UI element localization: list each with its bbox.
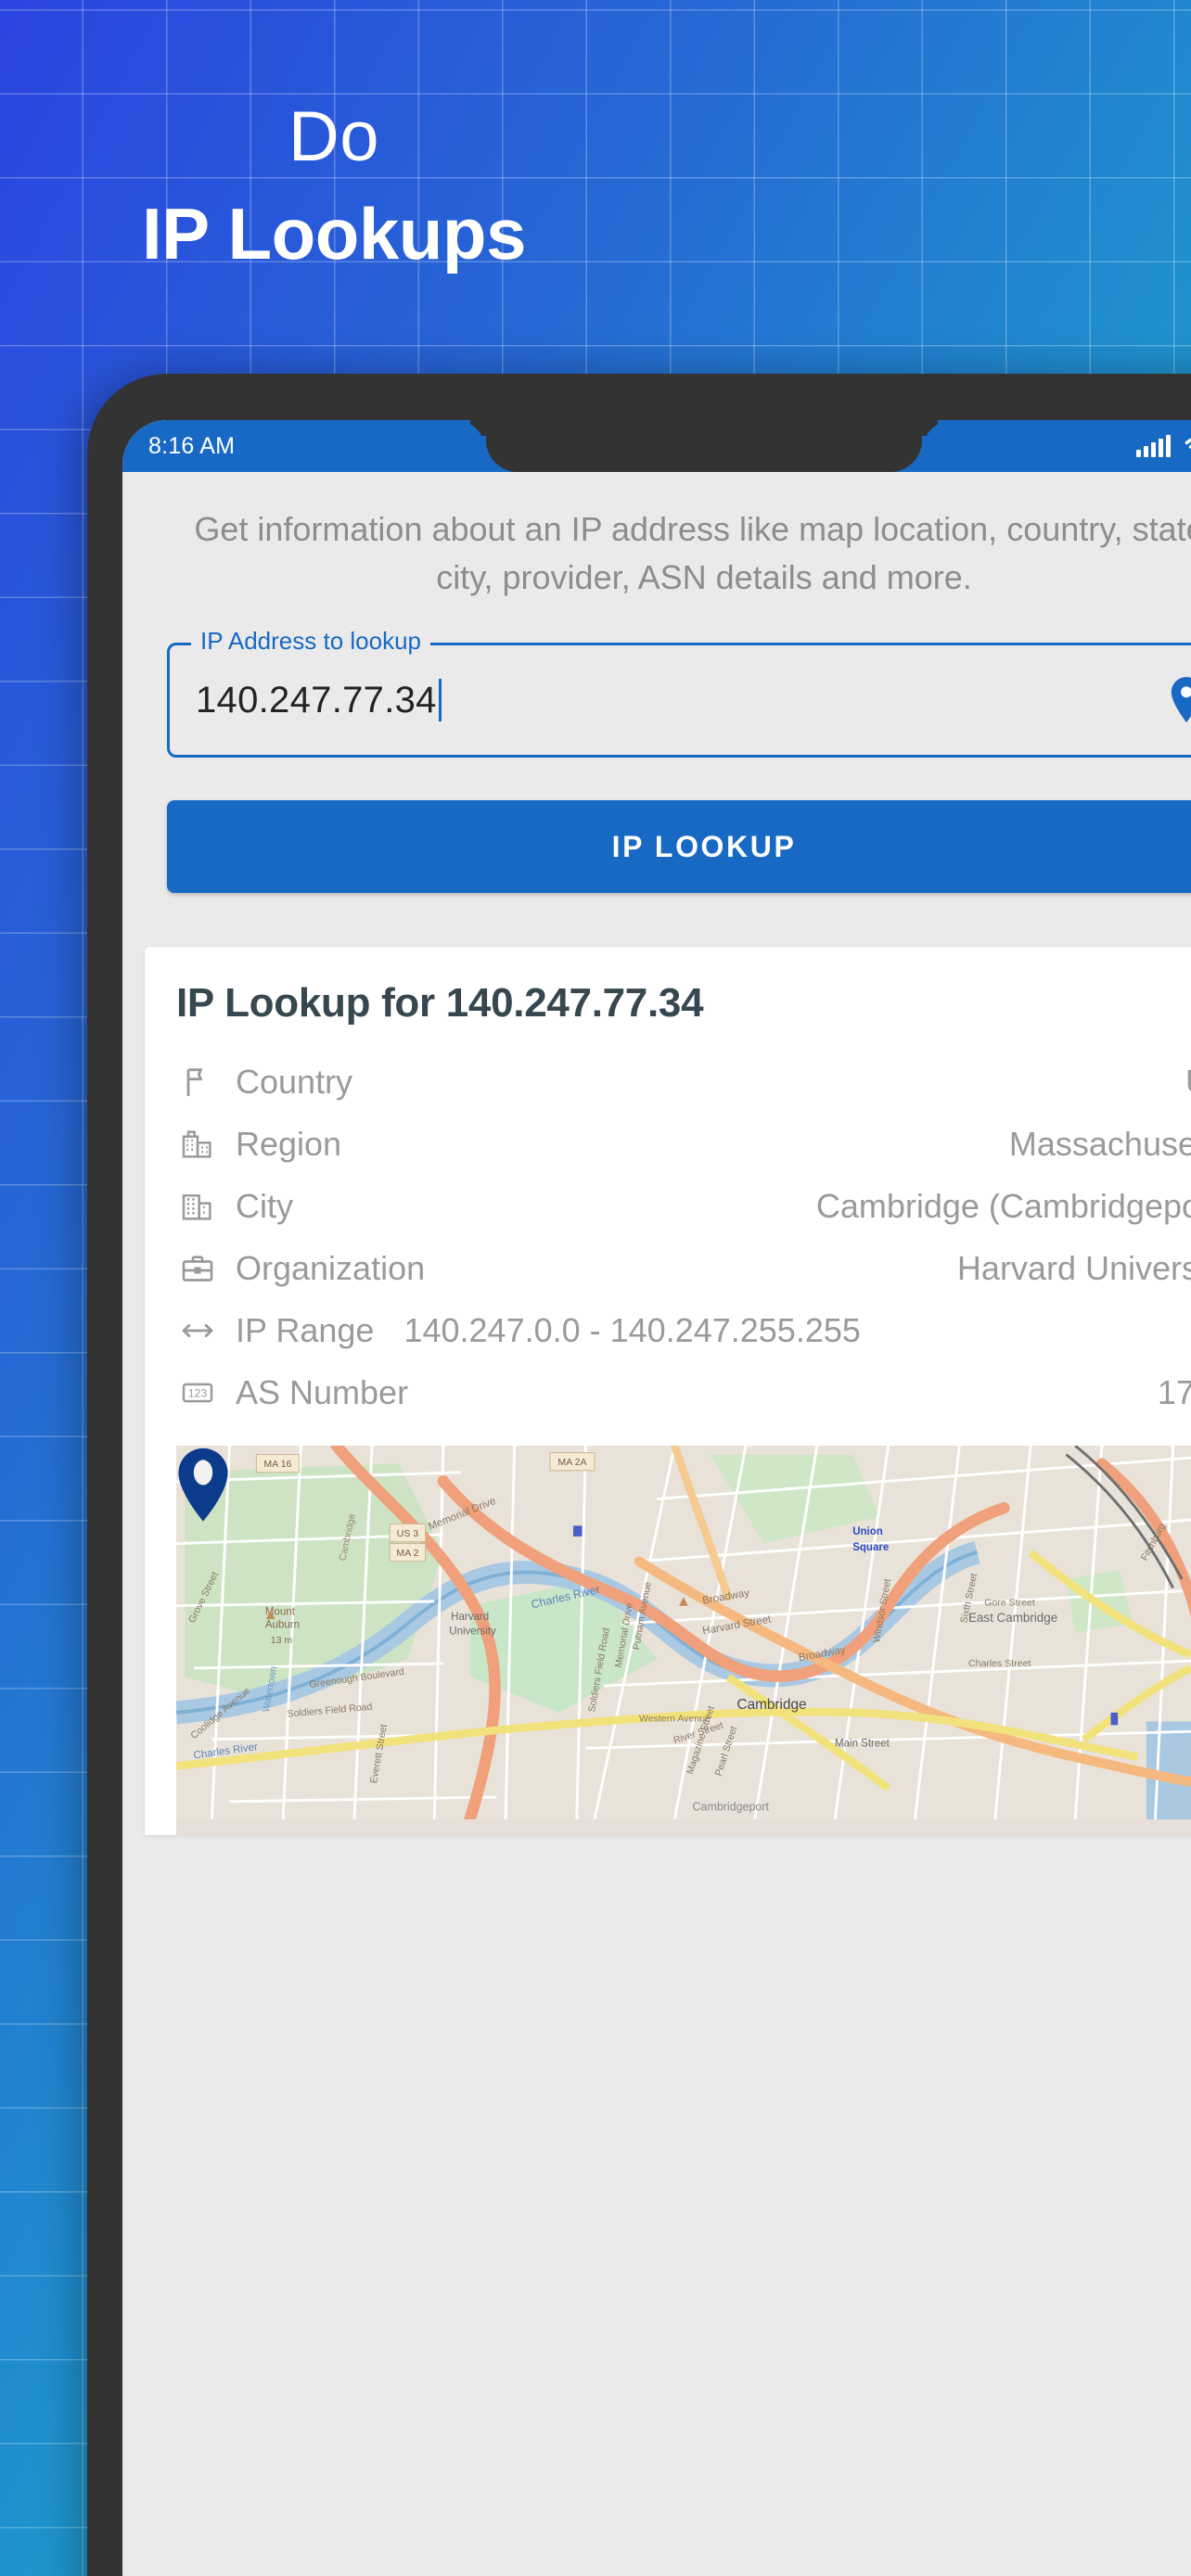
result-card: IP Lookup for 140.247.77.34 Country US	[145, 947, 1191, 1835]
location-pin-icon[interactable]	[1160, 674, 1191, 726]
location-map[interactable]: MA 16 MA 2A US 3 MA 2 MA 2 Memo	[176, 1446, 1191, 1835]
row-label: Region	[236, 1124, 342, 1163]
svg-text:Gore Street: Gore Street	[984, 1598, 1035, 1609]
headline-line-1: Do	[288, 97, 380, 176]
apartment-icon	[176, 1188, 219, 1225]
table-row[interactable]: City Cambridge (Cambridgeport)	[145, 1175, 1191, 1237]
svg-text:123: 123	[188, 1386, 208, 1399]
svg-text:Square: Square	[852, 1542, 889, 1553]
svg-text:US 3: US 3	[397, 1528, 419, 1539]
svg-text:Cambridgeport: Cambridgeport	[693, 1800, 770, 1813]
status-bar: 8:16 AM 1	[122, 420, 1191, 472]
table-row[interactable]: IP Range 140.247.0.0 - 140.247.255.255	[145, 1299, 1191, 1361]
svg-text:Auburn: Auburn	[265, 1620, 300, 1631]
row-label: AS Number	[236, 1372, 409, 1411]
row-label: Organization	[236, 1248, 426, 1287]
row-value: US	[1169, 1063, 1191, 1102]
svg-text:Cambridge: Cambridge	[736, 1697, 806, 1713]
briefcase-icon	[176, 1250, 219, 1287]
city-buildings-icon	[176, 1126, 219, 1163]
svg-text:MA 16: MA 16	[263, 1459, 291, 1470]
arrows-horizontal-icon	[176, 1312, 219, 1349]
status-bar-time: 8:16 AM	[148, 432, 236, 459]
promo-headline: Do IP Lookups	[0, 89, 668, 282]
svg-text:East Cambridge: East Cambridge	[968, 1611, 1057, 1625]
ip-input-outline[interactable]: 140.247.77.34	[167, 643, 1191, 758]
row-label: City	[236, 1186, 293, 1225]
numbers-123-icon: 123	[176, 1374, 219, 1411]
table-row[interactable]: Country US	[145, 1051, 1191, 1113]
row-label: IP Range	[236, 1310, 375, 1349]
cellular-signal-icon	[1136, 435, 1171, 457]
headline-line-2: IP Lookups	[142, 193, 526, 274]
map-tiles: MA 16 MA 2A US 3 MA 2 MA 2 Memo	[176, 1446, 1191, 1819]
row-value: Cambridge (Cambridgeport)	[815, 1186, 1191, 1225]
result-rows: Country US Region	[145, 1051, 1191, 1423]
svg-text:Harvard: Harvard	[451, 1612, 489, 1623]
ip-lookup-button[interactable]: IP LOOKUP	[167, 800, 1191, 893]
svg-text:MA 2: MA 2	[396, 1548, 418, 1559]
svg-text:13 m: 13 m	[271, 1635, 293, 1646]
wifi-icon	[1182, 432, 1191, 461]
row-label: Country	[236, 1062, 353, 1101]
promo-background: Do IP Lookups 8:16 AM Get information ab…	[0, 0, 1191, 2576]
svg-text:Charles Street: Charles Street	[968, 1658, 1031, 1669]
svg-text:University: University	[449, 1626, 496, 1637]
ip-input-group[interactable]: 140.247.77.34 IP Address to lookup	[167, 625, 1191, 758]
ip-input-label: IP Address to lookup	[191, 625, 431, 657]
table-row[interactable]: Region Massachusetts	[145, 1113, 1191, 1175]
row-value: 140.247.0.0 - 140.247.255.255	[403, 1310, 861, 1349]
result-card-title: IP Lookup for 140.247.77.34	[176, 980, 704, 1026]
svg-text:MA 2A: MA 2A	[557, 1457, 587, 1468]
status-bar-icons: 1	[1136, 420, 1191, 472]
app-description: Get information about an IP address like…	[194, 510, 1191, 596]
svg-text:Union: Union	[852, 1526, 883, 1537]
row-value: Harvard University	[956, 1248, 1191, 1287]
row-value: 1742	[1157, 1372, 1191, 1411]
table-row[interactable]: 123 AS Number 1742	[145, 1361, 1191, 1423]
svg-text:Main Street: Main Street	[835, 1738, 890, 1749]
map-location-pin	[178, 1447, 228, 1522]
phone-mockup: 8:16 AM 1	[87, 374, 1191, 2576]
row-value: Massachusetts	[1008, 1124, 1191, 1163]
flag-icon	[176, 1064, 219, 1101]
text-caret	[438, 679, 442, 721]
phone-notch	[486, 420, 922, 472]
phone-screen: 8:16 AM 1	[122, 420, 1191, 2576]
table-row[interactable]: Organization Harvard University	[145, 1237, 1191, 1299]
ip-input-value[interactable]: 140.247.77.34	[196, 680, 437, 721]
